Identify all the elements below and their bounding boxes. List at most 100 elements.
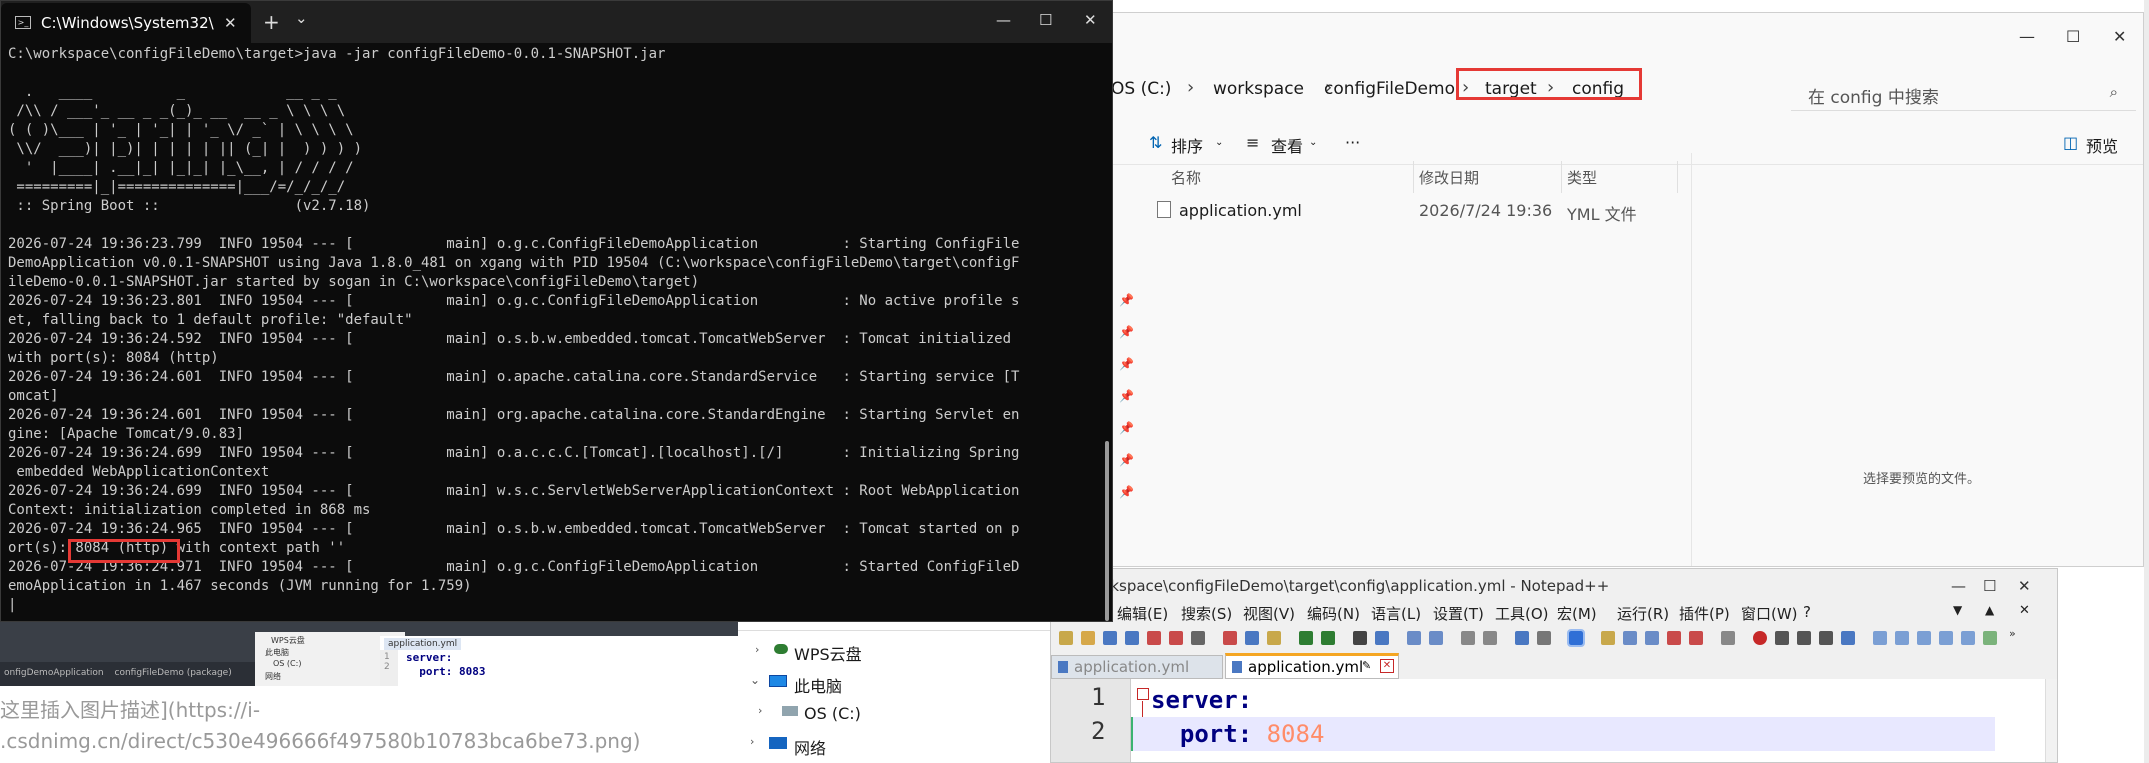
pin-icon[interactable]: 📌 <box>1119 389 1134 403</box>
sync-v-icon[interactable] <box>1461 631 1475 645</box>
monitor-icon[interactable] <box>1689 631 1703 645</box>
folder-workspace-icon[interactable] <box>1667 631 1681 645</box>
close-file-icon[interactable] <box>1147 631 1161 645</box>
wrap-icon[interactable] <box>1515 631 1529 645</box>
pin-icon[interactable]: 📌 <box>1119 453 1134 467</box>
expand-icon[interactable]: › <box>750 735 754 748</box>
play-macro-icon[interactable] <box>1797 631 1811 645</box>
address-bar[interactable]: OS (C:) › workspace › configFileDemo › t… <box>1101 63 1781 107</box>
open-file-icon[interactable] <box>1081 631 1095 645</box>
tab-inactive[interactable]: application.yml <box>1051 655 1223 679</box>
cut-icon[interactable] <box>1223 631 1237 645</box>
pin-icon[interactable]: 📌 <box>1119 485 1134 499</box>
menu-run[interactable]: 运行(R) <box>1617 603 1669 624</box>
doc-map-icon[interactable] <box>1623 631 1637 645</box>
save-all-icon[interactable] <box>1125 631 1139 645</box>
pin-icon[interactable]: ✎ <box>1362 659 1371 672</box>
breadcrumb-drive[interactable]: OS (C:) <box>1111 79 1171 99</box>
minimize-button[interactable]: — <box>1951 577 1966 595</box>
indent-guide-icon[interactable] <box>1567 629 1585 647</box>
record-macro-icon[interactable] <box>1753 631 1767 645</box>
zoom-in-icon[interactable] <box>1407 631 1421 645</box>
close-button[interactable]: ✕ <box>2113 27 2126 46</box>
replace-icon[interactable] <box>1375 631 1389 645</box>
pin-icon[interactable]: 📌 <box>1119 357 1134 371</box>
nav-item-this-pc[interactable]: 此电脑 <box>794 673 842 697</box>
cmd-tab[interactable]: >_ C:\Windows\System32\ ✕ <box>1 3 251 43</box>
tab-dropdown-button[interactable]: ⌄ <box>295 9 308 27</box>
save-macro-icon[interactable] <box>1841 631 1855 645</box>
column-header-date[interactable]: 修改日期 <box>1419 167 1479 188</box>
expand-icon[interactable]: › <box>755 643 759 656</box>
menu-language[interactable]: 语言(L) <box>1371 603 1421 624</box>
code-editor[interactable]: 1 2 server: port: 8084 <box>1051 679 2057 762</box>
nav-item-network[interactable]: 网络 <box>794 735 826 759</box>
focus-icon[interactable] <box>1721 631 1735 645</box>
nav-item-wps[interactable]: WPS云盘 <box>794 641 862 665</box>
vertical-scrollbar[interactable] <box>2045 679 2057 762</box>
arrow-up-icon[interactable]: ▲ <box>1985 603 1994 617</box>
new-file-icon[interactable] <box>1059 631 1073 645</box>
maximize-button[interactable]: ☐ <box>1039 11 1052 29</box>
plugin-icon[interactable] <box>1961 631 1975 645</box>
copy-icon[interactable] <box>1245 631 1259 645</box>
nav-item-drive[interactable]: OS (C:) <box>804 704 861 723</box>
list-item[interactable]: application.yml 2026/7/24 19:36 YML 文件 <box>1101 197 1721 227</box>
search-input[interactable]: 在 config 中搜索 ⌕ <box>1791 71 2136 111</box>
new-tab-button[interactable]: + <box>263 10 280 34</box>
run-macro-multi-icon[interactable] <box>1819 631 1833 645</box>
menu-macro[interactable]: 宏(M) <box>1557 603 1597 624</box>
paste-icon[interactable] <box>1267 631 1281 645</box>
find-icon[interactable] <box>1353 631 1367 645</box>
close-button[interactable]: ✕ <box>1084 11 1097 29</box>
terminal-output[interactable]: C:\workspace\configFileDemo\target>java … <box>8 45 1019 615</box>
scrollbar[interactable] <box>1105 441 1109 621</box>
expand-icon[interactable]: › <box>758 704 762 717</box>
save-icon[interactable] <box>1103 631 1117 645</box>
plugin-icon[interactable] <box>1917 631 1931 645</box>
arrow-down-icon[interactable]: ▼ <box>1953 603 1962 617</box>
plugin-icon[interactable] <box>1983 631 1997 645</box>
maximize-button[interactable]: ☐ <box>2066 27 2080 46</box>
func-list-icon[interactable] <box>1645 631 1659 645</box>
fold-icon[interactable] <box>1137 688 1149 700</box>
close-button[interactable]: ✕ <box>2018 577 2031 595</box>
close-all-icon[interactable] <box>1169 631 1183 645</box>
plugin-icon[interactable] <box>1939 631 1953 645</box>
menu-edit[interactable]: 编辑(E) <box>1117 603 1168 624</box>
sync-h-icon[interactable] <box>1483 631 1497 645</box>
column-header-name[interactable]: 名称 <box>1171 167 1201 188</box>
menu-plugins[interactable]: 插件(P) <box>1679 603 1730 624</box>
menu-help[interactable]: ? <box>1803 603 1811 621</box>
stop-macro-icon[interactable] <box>1775 631 1789 645</box>
close-document-icon[interactable]: ✕ <box>2019 603 2030 618</box>
menu-window[interactable]: 窗口(W) <box>1741 603 1798 624</box>
column-header-type[interactable]: 类型 <box>1567 167 1597 188</box>
plugin-icon[interactable] <box>1895 631 1909 645</box>
minimize-button[interactable]: — <box>996 11 1011 29</box>
close-tab-icon[interactable]: ✕ <box>1380 659 1394 673</box>
minimize-button[interactable]: — <box>2019 27 2035 46</box>
menu-search[interactable]: 搜索(S) <box>1181 603 1232 624</box>
maximize-button[interactable]: ☐ <box>1983 577 1996 595</box>
pin-icon[interactable]: 📌 <box>1119 421 1134 435</box>
undo-icon[interactable] <box>1299 631 1313 645</box>
menu-tools[interactable]: 工具(O) <box>1495 603 1549 624</box>
breadcrumb-configfiledemo[interactable]: configFileDemo <box>1324 79 1455 99</box>
menu-view[interactable]: 视图(V) <box>1243 603 1295 624</box>
sort-button[interactable]: 排序 <box>1171 133 1203 157</box>
menu-settings[interactable]: 设置(T) <box>1433 603 1484 624</box>
zoom-out-icon[interactable] <box>1429 631 1443 645</box>
pin-icon[interactable]: 📌 <box>1119 325 1134 339</box>
view-button[interactable]: 查看 <box>1271 133 1303 157</box>
print-icon[interactable] <box>1191 631 1205 645</box>
collapse-icon[interactable]: ⌄ <box>750 673 760 687</box>
close-tab-icon[interactable]: ✕ <box>224 14 237 32</box>
more-options-button[interactable]: ··· <box>1345 133 1360 152</box>
preview-button[interactable]: 预览 <box>2086 133 2118 157</box>
breadcrumb-workspace[interactable]: workspace <box>1213 79 1304 99</box>
menu-encoding[interactable]: 编码(N) <box>1307 603 1360 624</box>
plugin-icon[interactable] <box>1873 631 1887 645</box>
all-chars-icon[interactable] <box>1537 631 1551 645</box>
pin-icon[interactable]: 📌 <box>1119 293 1134 307</box>
